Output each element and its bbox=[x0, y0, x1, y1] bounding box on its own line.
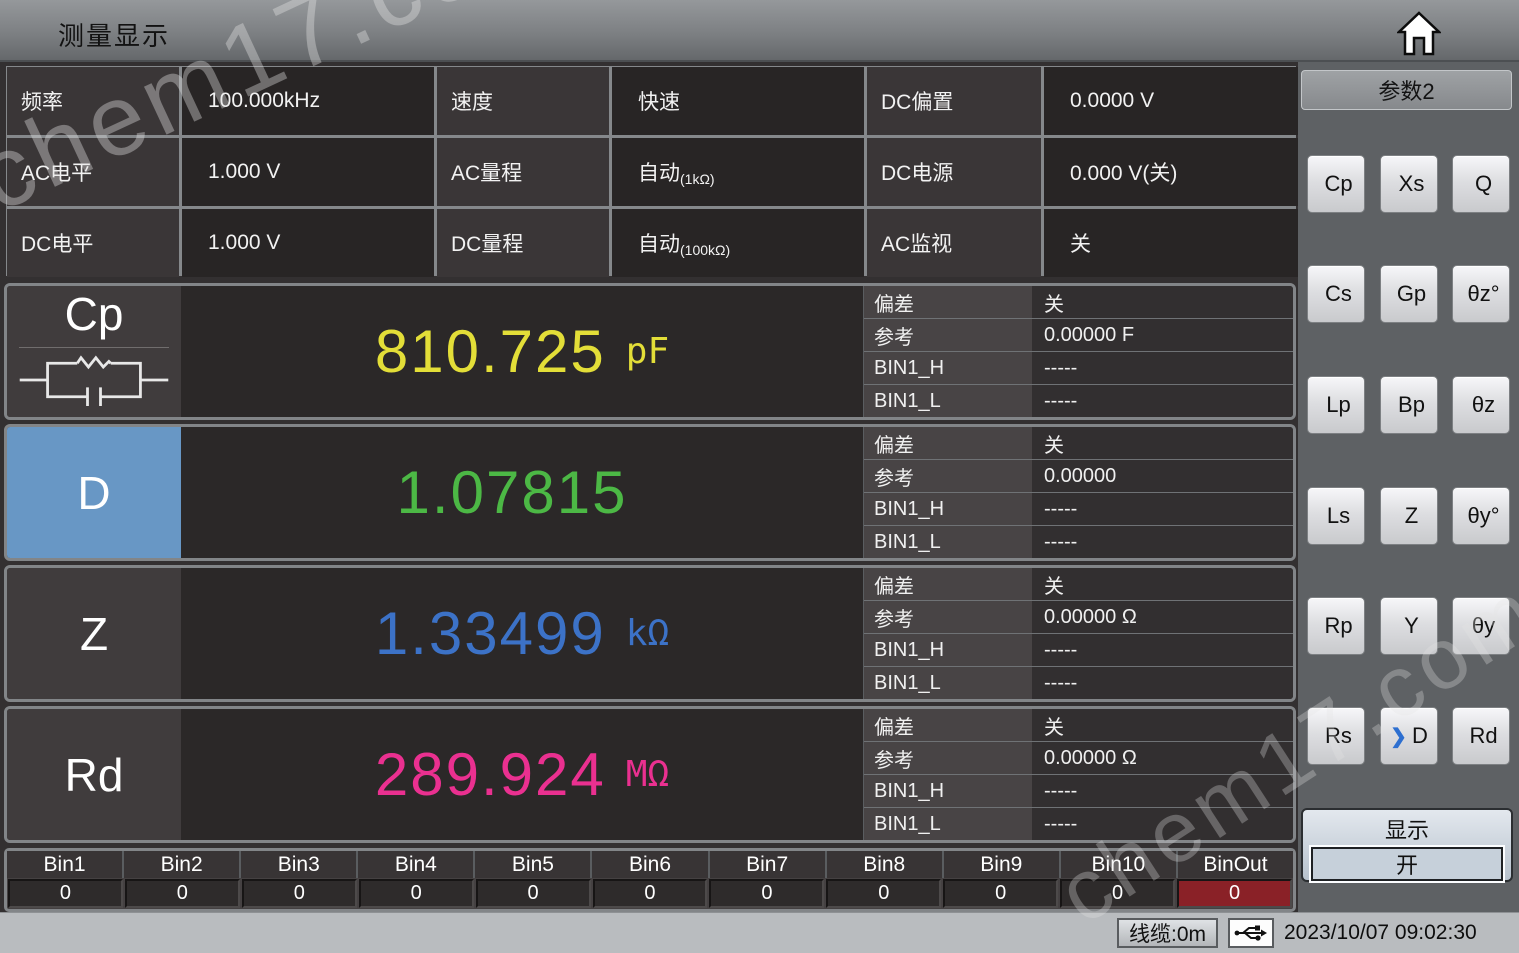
param-label-dc-level: DC电平 bbox=[7, 209, 179, 277]
measurement-label-z[interactable]: Z bbox=[7, 568, 181, 699]
param-label-dc-source: DC电源 bbox=[867, 138, 1041, 206]
bin-header-row: Bin1 Bin2 Bin3 Bin4 Bin5 Bin6 Bin7 Bin8 … bbox=[7, 851, 1293, 878]
display-label: 显示 bbox=[1303, 813, 1511, 845]
usb-indicator bbox=[1228, 918, 1274, 948]
selection-marker-icon: ❯ bbox=[1390, 724, 1407, 749]
param-button-cs[interactable]: Cs bbox=[1307, 265, 1365, 323]
param-label-dc-bias: DC偏置 bbox=[867, 67, 1041, 135]
param-button-theta-z-deg[interactable]: θz° bbox=[1452, 265, 1510, 323]
unit-z: kΩ bbox=[626, 613, 669, 654]
param-button-z[interactable]: Z bbox=[1380, 487, 1438, 545]
info-panel-cp: 偏差关 参考0.00000 F BIN1_H----- BIN1_L----- bbox=[863, 286, 1293, 417]
lcr-meter-screen: 测量显示 频率 100.000kHz 速度 快速 DC偏置 0.0000 V A… bbox=[0, 0, 1519, 953]
param-button-d-selected[interactable]: ❯D bbox=[1380, 707, 1438, 765]
unit-rd: MΩ bbox=[626, 754, 669, 795]
param2-header: 参数2 bbox=[1301, 70, 1512, 110]
measurement-value-rd: 289.924 MΩ bbox=[181, 709, 863, 840]
parallel-rc-circuit-icon bbox=[19, 347, 169, 417]
measurement-row-rd: Rd 289.924 MΩ 偏差关 参考0.00000 Ω BIN1_H----… bbox=[4, 706, 1296, 843]
info-panel-rd: 偏差关 参考0.00000 Ω BIN1_H----- BIN1_L----- bbox=[863, 709, 1293, 840]
cable-length-button[interactable]: 线缆:0m bbox=[1117, 918, 1218, 948]
param-value-ac-monitor[interactable]: 关 bbox=[1044, 209, 1300, 277]
display-on-button[interactable]: 开 bbox=[1311, 847, 1503, 881]
param-value-ac-range[interactable]: 自动(1kΩ) bbox=[612, 138, 864, 206]
param-label-dc-range: DC量程 bbox=[437, 209, 609, 277]
home-button[interactable] bbox=[1397, 10, 1441, 56]
param-button-q[interactable]: Q bbox=[1452, 155, 1510, 213]
status-bar: 线缆:0m 2023/10/07 09:02:30 bbox=[0, 912, 1519, 953]
measurement-row-cp: Cp 810.725 pF bbox=[4, 283, 1296, 420]
param-value-frequency[interactable]: 100.000kHz bbox=[182, 67, 434, 135]
param-label-frequency: 频率 bbox=[7, 67, 179, 135]
info-panel-d: 偏差关 参考0.00000 BIN1_H----- BIN1_L----- bbox=[863, 427, 1293, 558]
param-label-speed: 速度 bbox=[437, 67, 609, 135]
sidebar: 参数2 Cp Xs Q Cs Gp θz° Lp Bp θz Ls Z θy° … bbox=[1298, 62, 1519, 912]
param-button-bp[interactable]: Bp bbox=[1380, 376, 1438, 434]
param-button-rd[interactable]: Rd bbox=[1452, 707, 1510, 765]
param-label-ac-level: AC电平 bbox=[7, 138, 179, 206]
measurement-value-z: 1.33499 kΩ bbox=[181, 568, 863, 699]
param-button-rp[interactable]: Rp bbox=[1307, 597, 1365, 655]
main-panel: 频率 100.000kHz 速度 快速 DC偏置 0.0000 V AC电平 1… bbox=[4, 66, 1296, 912]
param-button-rs[interactable]: Rs bbox=[1307, 707, 1365, 765]
param-value-dc-bias[interactable]: 0.0000 V bbox=[1044, 67, 1300, 135]
param-label-ac-range: AC量程 bbox=[437, 138, 609, 206]
display-panel: 显示 开 bbox=[1301, 808, 1513, 882]
param-value-dc-level[interactable]: 1.000 V bbox=[182, 209, 434, 277]
unit-cp: pF bbox=[626, 331, 669, 372]
param-value-dc-source[interactable]: 0.000 V(关) bbox=[1044, 138, 1300, 206]
measurement-label-d[interactable]: D bbox=[7, 427, 181, 558]
param-button-theta-y[interactable]: θy bbox=[1452, 597, 1510, 655]
usb-icon bbox=[1234, 924, 1268, 942]
param-value-dc-range[interactable]: 自动(100kΩ) bbox=[612, 209, 864, 277]
param-button-ls[interactable]: Ls bbox=[1307, 487, 1365, 545]
measurement-row-z: Z 1.33499 kΩ 偏差关 参考0.00000 Ω BIN1_H-----… bbox=[4, 565, 1296, 702]
param-button-theta-y-deg[interactable]: θy° bbox=[1452, 487, 1510, 545]
param-value-speed[interactable]: 快速 bbox=[612, 67, 864, 135]
measurement-row-d: D 1.07815 偏差关 参考0.00000 BIN1_H----- BIN1… bbox=[4, 424, 1296, 561]
param-button-y[interactable]: Y bbox=[1380, 597, 1438, 655]
param-label-ac-monitor: AC监视 bbox=[867, 209, 1041, 277]
page-title: 测量显示 bbox=[58, 16, 170, 53]
param-value-ac-level[interactable]: 1.000 V bbox=[182, 138, 434, 206]
home-icon bbox=[1397, 10, 1441, 56]
measurement-value-d: 1.07815 bbox=[181, 427, 863, 558]
measurement-label-rd[interactable]: Rd bbox=[7, 709, 181, 840]
measurement-label-cp[interactable]: Cp bbox=[7, 286, 181, 417]
bin-counter-bar: Bin1 Bin2 Bin3 Bin4 Bin5 Bin6 Bin7 Bin8 … bbox=[4, 848, 1296, 912]
param-button-theta-z[interactable]: θz bbox=[1452, 376, 1510, 434]
datetime-display: 2023/10/07 09:02:30 bbox=[1284, 921, 1509, 945]
param-button-gp[interactable]: Gp bbox=[1380, 265, 1438, 323]
title-bar: 测量显示 bbox=[0, 0, 1519, 62]
binout-value: 0 bbox=[1177, 879, 1292, 908]
measurement-value-cp: 810.725 pF bbox=[181, 286, 863, 417]
info-panel-z: 偏差关 参考0.00000 Ω BIN1_H----- BIN1_L----- bbox=[863, 568, 1293, 699]
parameter-grid: 频率 100.000kHz 速度 快速 DC偏置 0.0000 V AC电平 1… bbox=[6, 66, 1296, 276]
param-button-xs[interactable]: Xs bbox=[1380, 155, 1438, 213]
bin-value-row: 0 0 0 0 0 0 0 0 0 0 0 bbox=[7, 878, 1293, 909]
param-button-lp[interactable]: Lp bbox=[1307, 376, 1365, 434]
param-button-cp[interactable]: Cp bbox=[1307, 155, 1365, 213]
